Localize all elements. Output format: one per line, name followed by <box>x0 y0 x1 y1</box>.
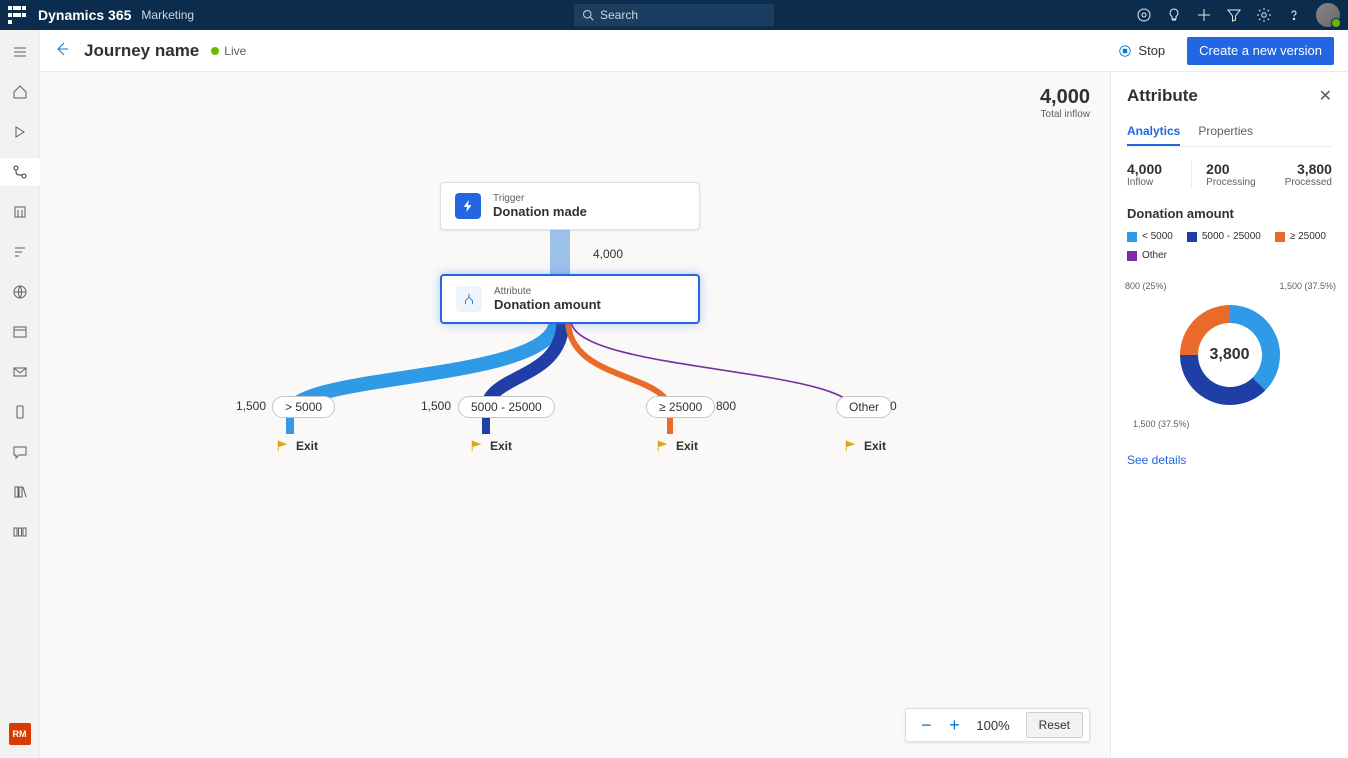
app-launcher-icon[interactable] <box>8 6 26 24</box>
topbar-actions <box>1136 3 1340 27</box>
zoom-reset-button[interactable]: Reset <box>1026 712 1083 738</box>
branch-pill-1[interactable]: 5000 - 25000 <box>458 396 555 418</box>
zoom-out-button[interactable]: − <box>912 714 940 737</box>
panel-title: Attribute <box>1127 86 1198 106</box>
stop-icon <box>1118 44 1132 58</box>
lightbulb-icon[interactable] <box>1166 7 1182 23</box>
branch-count-3: 0 <box>890 399 897 413</box>
nav-persona-badge[interactable]: RM <box>0 720 40 748</box>
branch-pill-0[interactable]: > 5000 <box>272 396 335 418</box>
nav-globe-icon[interactable] <box>0 278 40 306</box>
branch-count-0: 1,500 <box>236 399 266 413</box>
nav-hamburger-icon[interactable] <box>0 38 40 66</box>
module-label[interactable]: Marketing <box>141 8 194 22</box>
zoom-value: 100% <box>968 718 1017 733</box>
close-icon[interactable]: ✕ <box>1319 86 1332 106</box>
search-icon <box>582 9 594 21</box>
back-button[interactable] <box>54 41 70 60</box>
chart-legend: < 5000 5000 - 25000 ≥ 25000 Other <box>1127 231 1332 261</box>
help-icon[interactable] <box>1286 7 1302 23</box>
target-icon[interactable] <box>1136 7 1152 23</box>
avatar[interactable] <box>1316 3 1340 27</box>
create-version-button[interactable]: Create a new version <box>1187 37 1334 65</box>
zoom-controls: − + 100% Reset <box>905 708 1090 742</box>
flag-icon <box>276 439 290 453</box>
nav-sort-icon[interactable] <box>0 238 40 266</box>
nav-mobile-icon[interactable] <box>0 398 40 426</box>
nav-home-icon[interactable] <box>0 78 40 106</box>
arrow-left-icon <box>54 41 70 57</box>
brand-label: Dynamics 365 <box>38 7 131 23</box>
zoom-in-button[interactable]: + <box>940 714 968 737</box>
nav-journey-icon[interactable] <box>0 158 40 186</box>
status-dot-icon <box>211 47 219 55</box>
total-inflow: 4,000 Total inflow <box>1040 86 1090 120</box>
journey-canvas[interactable]: 4,000 Total inflow <box>40 72 1110 758</box>
nav-chat-icon[interactable] <box>0 438 40 466</box>
branch-count-1: 1,500 <box>421 399 451 413</box>
nav-building-icon[interactable] <box>0 198 40 226</box>
flow-count: 4,000 <box>593 247 623 261</box>
lightning-icon <box>455 193 481 219</box>
command-bar: Journey name Live Stop Create a new vers… <box>40 30 1348 72</box>
left-nav: RM <box>0 30 40 758</box>
filter-icon[interactable] <box>1226 7 1242 23</box>
branch-pill-2[interactable]: ≥ 25000 <box>646 396 715 418</box>
nav-play-icon[interactable] <box>0 118 40 146</box>
status-badge: Live <box>211 44 246 58</box>
donut-center-value: 3,800 <box>1209 346 1249 364</box>
plus-icon[interactable] <box>1196 7 1212 23</box>
chart-title: Donation amount <box>1127 206 1332 221</box>
branch-pill-3[interactable]: Other <box>836 396 892 418</box>
flag-icon <box>656 439 670 453</box>
side-panel: Attribute ✕ Analytics Properties 4,000 I… <box>1110 72 1348 758</box>
flag-icon <box>470 439 484 453</box>
tab-analytics[interactable]: Analytics <box>1127 118 1180 146</box>
nav-columns-icon[interactable] <box>0 518 40 546</box>
gear-icon[interactable] <box>1256 7 1272 23</box>
canvas-edges <box>40 72 1110 758</box>
donut-label-c: 800 (25%) <box>1125 281 1167 291</box>
exit-0[interactable]: Exit <box>276 439 318 453</box>
nav-books-icon[interactable] <box>0 478 40 506</box>
stop-button[interactable]: Stop <box>1106 37 1177 65</box>
exit-2[interactable]: Exit <box>656 439 698 453</box>
nav-mail-icon[interactable] <box>0 358 40 386</box>
node-attribute[interactable]: Attribute Donation amount <box>440 274 700 324</box>
exit-3[interactable]: Exit <box>844 439 886 453</box>
tab-properties[interactable]: Properties <box>1198 118 1253 146</box>
donut-label-b: 1,500 (37.5%) <box>1133 419 1190 429</box>
nav-window-icon[interactable] <box>0 318 40 346</box>
see-details-link[interactable]: See details <box>1127 453 1332 467</box>
branch-icon <box>456 286 482 312</box>
panel-metrics: 4,000 Inflow 200 Processing 3,800 Proces… <box>1127 147 1332 202</box>
panel-tabs: Analytics Properties <box>1127 118 1332 147</box>
branch-count-2: 800 <box>716 399 736 413</box>
flag-icon <box>844 439 858 453</box>
search-placeholder: Search <box>600 8 638 22</box>
donut-label-a: 1,500 (37.5%) <box>1279 281 1336 291</box>
top-bar: Dynamics 365 Marketing Search <box>0 0 1348 30</box>
search-input[interactable]: Search <box>574 4 774 26</box>
donut-chart: 3,800 1,500 (37.5%) 1,500 (37.5%) 800 (2… <box>1127 275 1332 435</box>
page-title: Journey name <box>84 41 199 61</box>
node-trigger[interactable]: Trigger Donation made <box>440 182 700 230</box>
exit-1[interactable]: Exit <box>470 439 512 453</box>
